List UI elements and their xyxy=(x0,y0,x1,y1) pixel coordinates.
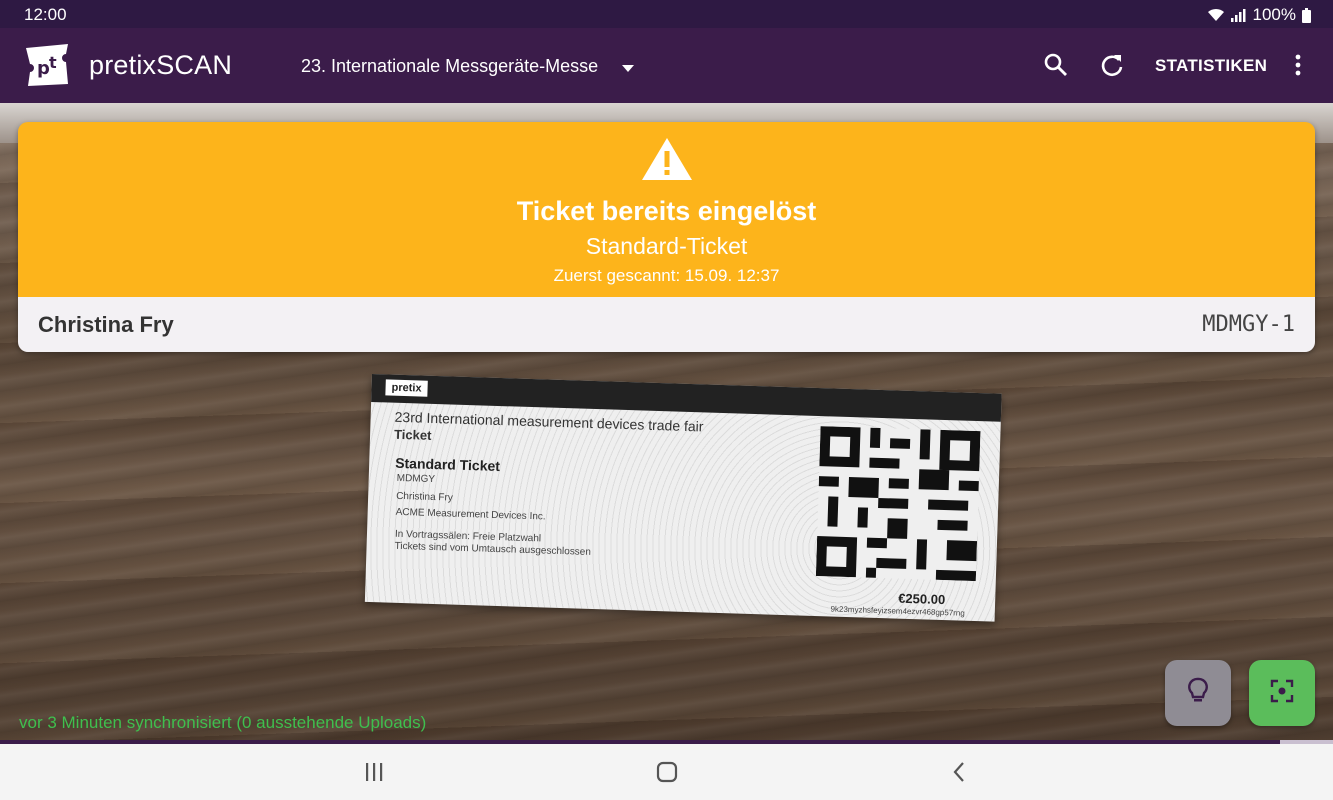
ticket-name: Christina Fry xyxy=(395,490,454,504)
ticket-note-2: Tickets sind vom Umtausch ausgeschlossen xyxy=(394,540,592,558)
ticket-event: 23rd International measurement devices t… xyxy=(394,408,704,435)
ticket-label: Ticket xyxy=(393,426,432,443)
back-icon[interactable] xyxy=(947,759,977,785)
lightbulb-icon xyxy=(1187,677,1209,710)
status-right: 100% xyxy=(1207,5,1311,25)
wifi-icon xyxy=(1207,8,1225,22)
result-ticket-type: Standard-Ticket xyxy=(585,233,748,259)
scanned-ticket-image: pretix 23rd International measurement de… xyxy=(364,374,1002,622)
focus-scan-button[interactable] xyxy=(1249,660,1315,726)
pretix-logo-icon: p t xyxy=(24,42,70,88)
status-bar: 12:00 100% xyxy=(0,0,1333,28)
focus-scan-icon xyxy=(1270,679,1294,708)
result-details: Christina Fry MDMGY-1 xyxy=(18,297,1315,352)
event-selector[interactable]: 23. Internationale Messgeräte-Messe xyxy=(301,56,635,77)
flashlight-button[interactable] xyxy=(1165,660,1231,726)
refresh-icon[interactable] xyxy=(1099,52,1125,78)
dropdown-caret-icon xyxy=(622,56,635,77)
app-bar: p t pretixSCAN 23. Internationale Messge… xyxy=(0,28,1333,103)
system-nav-bar xyxy=(0,744,1333,800)
app-title: pretixSCAN xyxy=(89,50,233,80)
qr-code-icon xyxy=(815,426,981,582)
result-title: Ticket bereits eingelöst xyxy=(516,196,817,226)
result-first-scanned: Zuerst gescannt: 15.09. 12:37 xyxy=(553,266,780,285)
statistics-button[interactable]: STATISTIKEN xyxy=(1155,56,1267,76)
result-header: Ticket bereits eingelöst Standard-Ticket… xyxy=(18,122,1315,297)
scan-result-card[interactable]: Ticket bereits eingelöst Standard-Ticket… xyxy=(18,122,1315,352)
ticket-code: MDMGY xyxy=(396,472,436,486)
status-time: 12:00 xyxy=(24,5,67,24)
event-name: 23. Internationale Messgeräte-Messe xyxy=(301,56,599,76)
ticket-price: €250.00 xyxy=(897,590,946,608)
ticket-type: Standard Ticket xyxy=(394,454,501,475)
battery-percent: 100% xyxy=(1252,5,1296,24)
warning-icon xyxy=(640,136,694,182)
sync-status: vor 3 Minuten synchronisiert (0 ausstehe… xyxy=(19,713,427,732)
ticket-logo: pretix xyxy=(385,379,428,397)
battery-icon xyxy=(1302,7,1311,23)
more-vert-icon[interactable] xyxy=(1285,52,1311,78)
attendee-name: Christina Fry xyxy=(38,312,174,337)
recents-icon[interactable] xyxy=(361,759,391,785)
order-code: MDMGY-1 xyxy=(1202,312,1295,337)
home-icon[interactable] xyxy=(654,759,684,785)
search-icon[interactable] xyxy=(1043,52,1069,78)
ticket-company: ACME Measurement Devices Inc. xyxy=(395,506,546,523)
signal-icon xyxy=(1230,8,1247,22)
svg-text:t: t xyxy=(49,53,57,72)
